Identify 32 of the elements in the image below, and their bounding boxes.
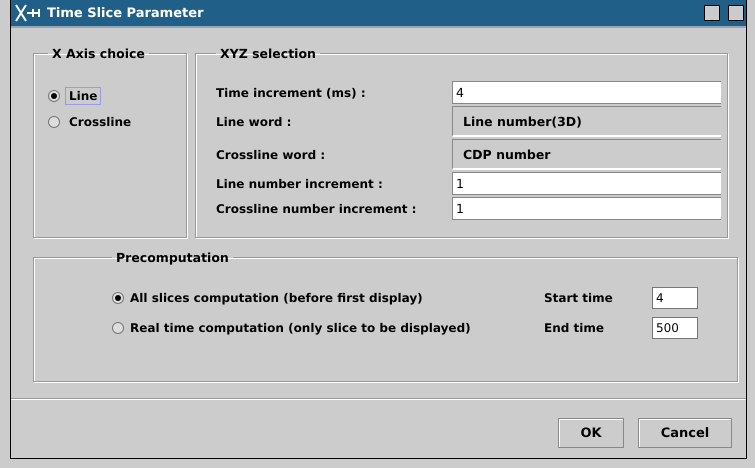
field-label: Time increment (ms) :: [216, 86, 367, 100]
readonly-field: Line number(3D): [452, 106, 721, 137]
input-field[interactable]: 4: [452, 81, 721, 104]
input-field[interactable]: 1: [452, 197, 721, 220]
window-title: Time Slice Parameter: [47, 6, 204, 20]
field-label: End time: [544, 321, 605, 335]
radio-button[interactable]: [48, 116, 60, 128]
field-label: Line number increment :: [216, 176, 384, 190]
group-title: X Axis choice: [51, 46, 146, 61]
group-title: XYZ selection: [219, 46, 317, 61]
field-label: Crossline word :: [216, 148, 326, 162]
readonly-field: CDP number: [452, 139, 721, 170]
maximize-button[interactable]: [704, 5, 720, 21]
radio-option[interactable]: Crossline: [48, 109, 186, 135]
radio-label: Real time computation (only slice to be displayed): [130, 321, 471, 335]
radio-label: Crossline: [68, 114, 132, 130]
field-label: Start time: [544, 291, 614, 305]
x-logo-icon: [15, 4, 41, 22]
radio-button[interactable]: [48, 90, 60, 102]
radio-label: All slices computation (before first display): [130, 291, 423, 305]
field-label: Line word :: [216, 114, 292, 128]
radio-button[interactable]: [112, 292, 124, 304]
input-field[interactable]: 1: [452, 172, 721, 195]
group-title: Precomputation: [115, 250, 230, 265]
radio-option[interactable]: Line: [48, 83, 186, 109]
radio-button[interactable]: [112, 322, 124, 334]
input-field[interactable]: 500: [652, 317, 698, 339]
cancel-button[interactable]: Cancel: [638, 418, 732, 448]
field-label: Crossline number increment :: [216, 202, 418, 216]
radio-label: Line: [66, 88, 100, 104]
ok-button[interactable]: OK: [558, 418, 624, 448]
input-field[interactable]: 4: [652, 287, 698, 309]
